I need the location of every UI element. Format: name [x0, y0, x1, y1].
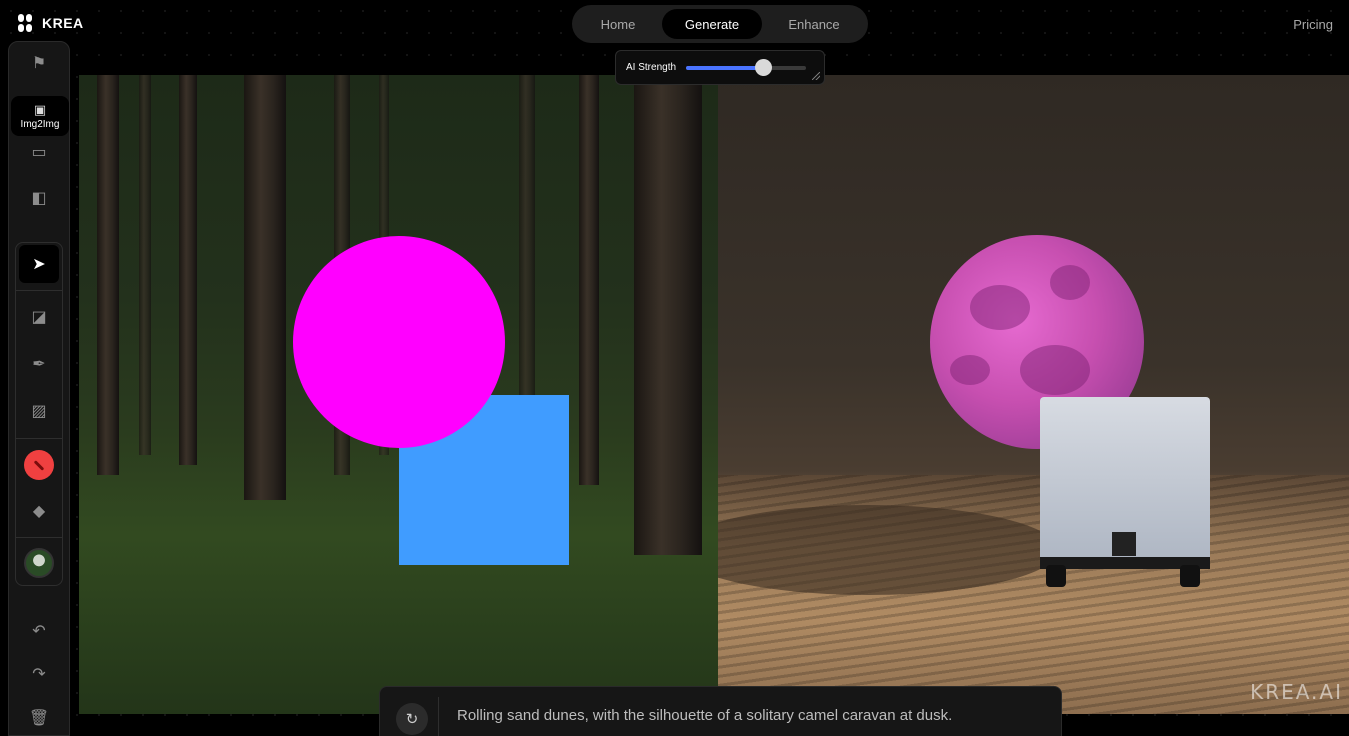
refresh-button[interactable]: ↻	[396, 703, 428, 735]
brand-name: KREA	[42, 15, 84, 31]
mode-img2img[interactable]: ▣ Img2Img	[11, 96, 69, 136]
prompt-divider	[438, 697, 439, 736]
output-canvas: KREA.AI	[718, 75, 1349, 714]
feather-icon: ✒	[32, 356, 46, 373]
krea-logo-icon	[18, 14, 32, 32]
tree-trunk	[634, 75, 702, 555]
image-add-tool[interactable]: ▨	[18, 392, 60, 430]
color-picker[interactable]	[18, 446, 60, 484]
tree-trunk	[97, 75, 119, 475]
prompt-bar: ↻ Rolling sand dunes, with the silhouett…	[379, 686, 1062, 736]
ai-strength-fill	[686, 65, 763, 70]
redo-icon: ↷	[32, 666, 46, 683]
input-canvas[interactable]	[79, 75, 718, 714]
ai-strength-label: AI Strength	[626, 62, 677, 73]
monitor-icon[interactable]: ▭	[18, 133, 60, 171]
tab-generate[interactable]: Generate	[662, 9, 762, 39]
trash-icon: 🗑	[28, 710, 50, 727]
krea-watermark: KREA.AI	[1250, 680, 1343, 704]
image-icon: ▣	[33, 101, 47, 117]
select-tool[interactable]: ➤	[19, 245, 59, 283]
eraser-icon: ◆	[32, 503, 46, 520]
redo-button[interactable]: ↷	[18, 655, 60, 693]
brush-tool[interactable]: ✒	[18, 345, 60, 383]
tree-trunk	[244, 75, 286, 500]
toolbar-divider	[16, 438, 62, 439]
background-image-button[interactable]	[18, 544, 60, 582]
mode-label: Img2Img	[20, 118, 60, 130]
undo-button[interactable]: ↶	[18, 612, 60, 650]
prompt-input[interactable]: Rolling sand dunes, with the silhouette …	[457, 707, 952, 724]
shapes-icon: ◪	[31, 309, 47, 326]
shapes-tool[interactable]: ◪	[18, 298, 60, 336]
toolbar-divider	[16, 290, 62, 291]
cursor-icon: ➤	[32, 256, 46, 273]
color-picker-icon	[24, 450, 54, 480]
pricing-link[interactable]: Pricing	[1293, 17, 1333, 32]
ai-strength-knob[interactable]	[754, 58, 772, 76]
resize-grip-icon[interactable]	[812, 72, 820, 80]
tab-enhance[interactable]: Enhance	[764, 9, 864, 39]
tree-trunk	[519, 75, 535, 405]
tab-home[interactable]: Home	[576, 9, 660, 39]
ai-strength-control: AI Strength	[615, 50, 825, 85]
tree-trunk	[579, 75, 599, 485]
background-image-icon	[24, 548, 54, 578]
toolbar-divider	[16, 537, 62, 538]
eraser-tool[interactable]: ◆	[18, 492, 60, 530]
caravan	[1040, 397, 1212, 587]
left-toolbar: ⚑ ▣ Img2Img ▭ ◧ ➤ ◪ ✒ ▨ ◆ ↶ ↷ 🗑	[8, 41, 70, 736]
flag-icon[interactable]: ⚑	[18, 44, 60, 82]
refresh-icon: ↻	[405, 711, 419, 728]
magenta-circle-shape[interactable]	[293, 236, 505, 448]
brand-logo[interactable]: KREA	[18, 14, 84, 32]
undo-icon: ↶	[32, 623, 46, 640]
delete-button[interactable]: 🗑	[18, 699, 60, 736]
ai-strength-slider[interactable]	[686, 58, 807, 76]
tree-trunk	[139, 75, 151, 455]
video-icon[interactable]: ◧	[18, 179, 60, 217]
tree-trunk	[179, 75, 197, 465]
main-nav: Home Generate Enhance	[572, 5, 868, 43]
image-add-icon: ▨	[31, 403, 47, 420]
